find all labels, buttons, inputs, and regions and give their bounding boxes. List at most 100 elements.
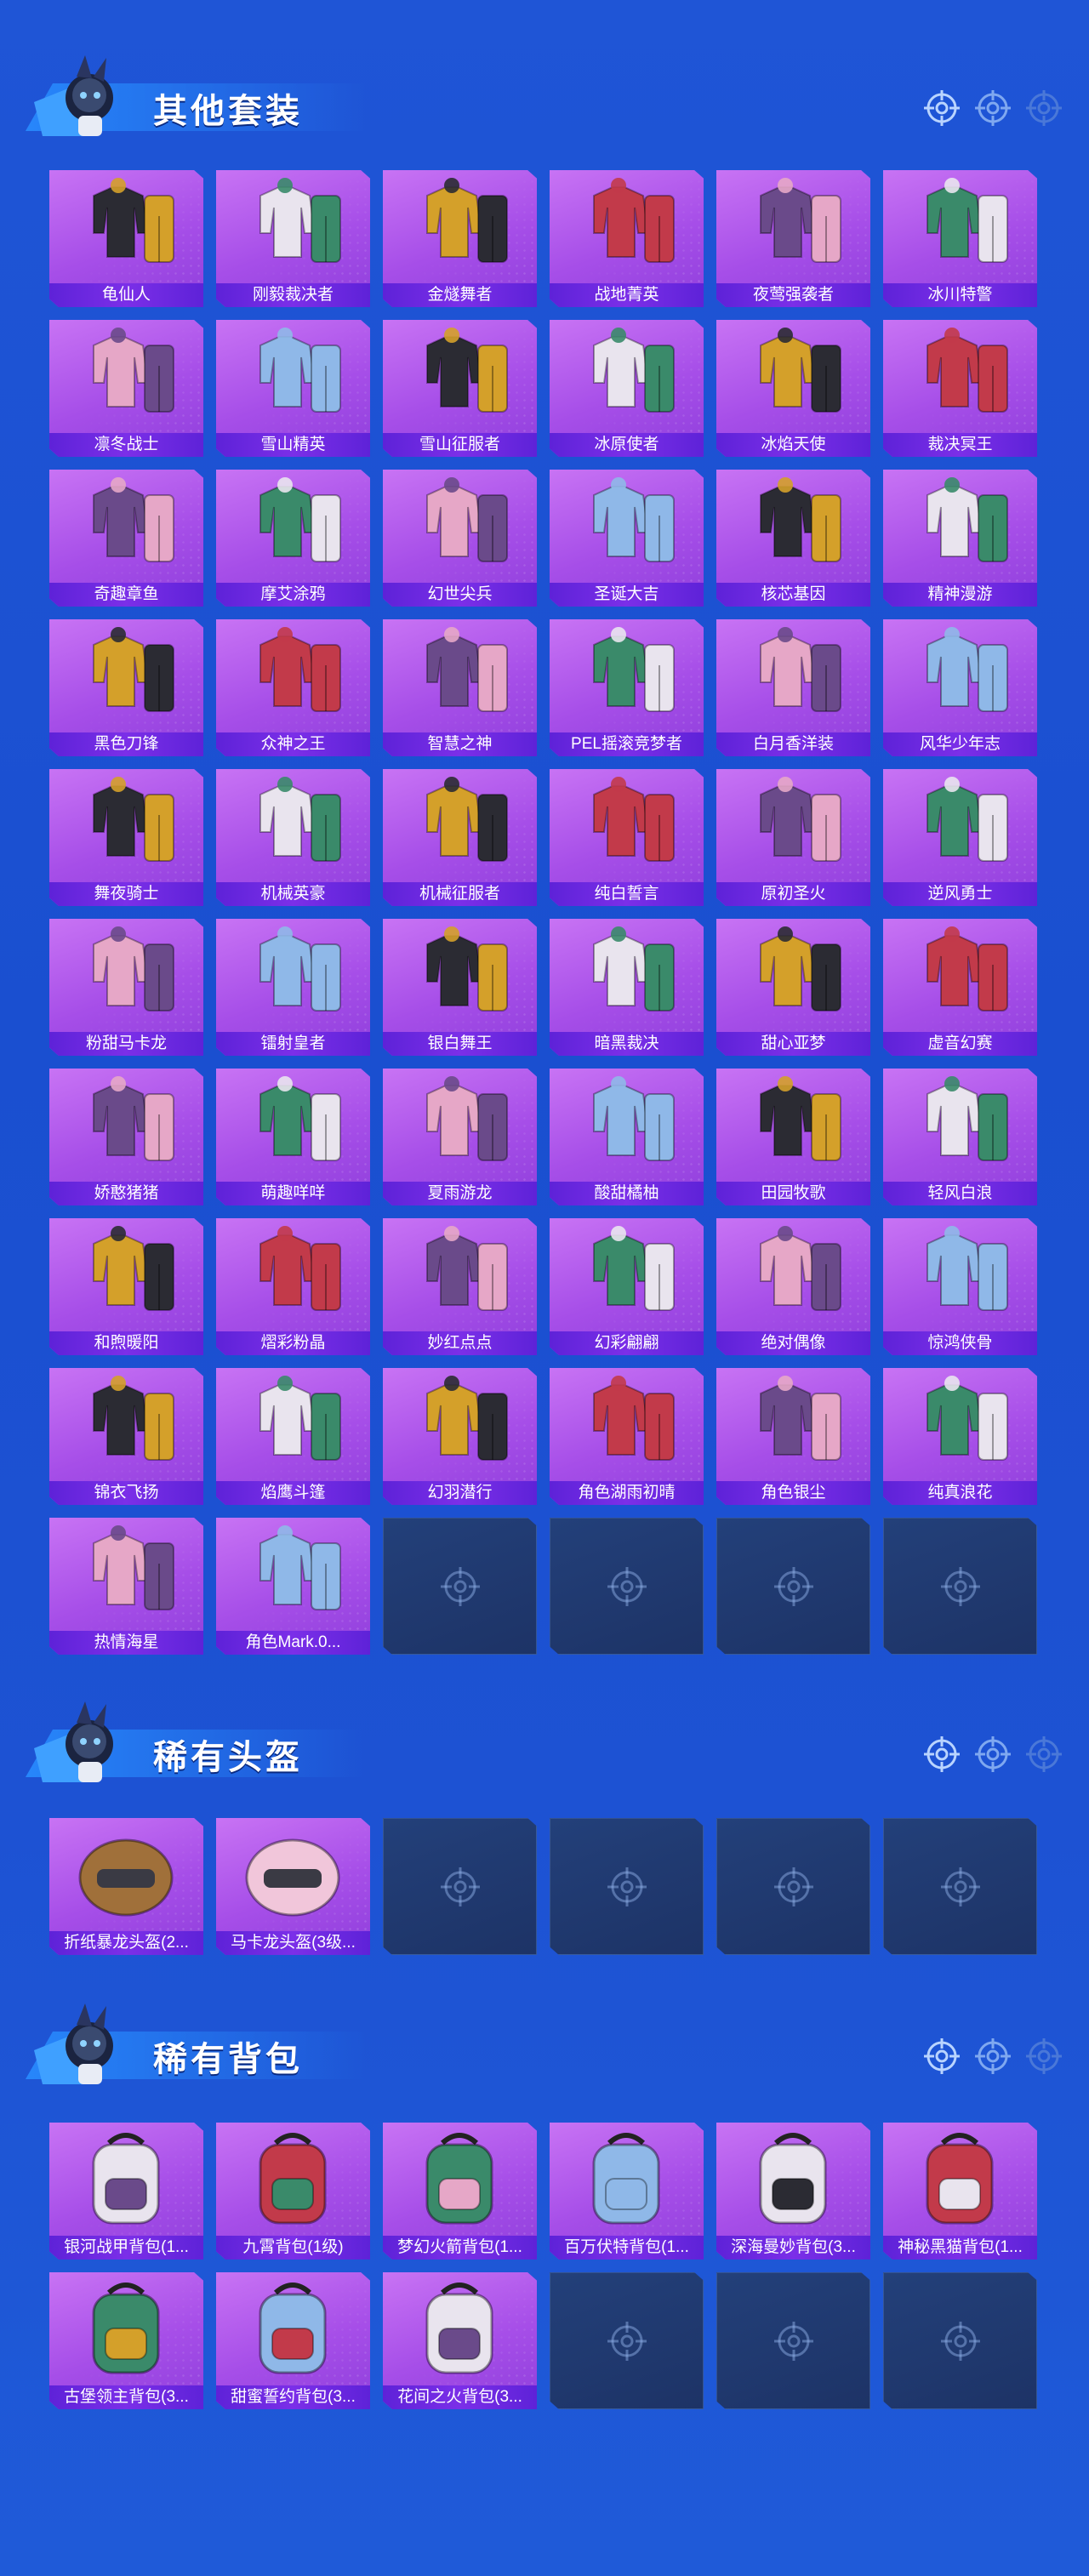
item-card[interactable]: 舞夜骑士: [49, 769, 203, 906]
item-card[interactable]: 古堡领主背包(3...: [49, 2272, 203, 2409]
item-image: [426, 477, 508, 562]
item-card[interactable]: 角色Mark.0...: [216, 1518, 370, 1655]
item-card[interactable]: 萌趣咩咩: [216, 1069, 370, 1205]
item-card[interactable]: 机械征服者: [383, 769, 537, 906]
item-name: 纯白誓言: [550, 882, 704, 906]
item-card[interactable]: 粉甜马卡龙: [49, 919, 203, 1056]
item-card[interactable]: 战地菁英: [550, 170, 704, 307]
item-name: 刚毅裁决者: [216, 283, 370, 307]
item-card[interactable]: 夏雨游龙: [383, 1069, 537, 1205]
empty-slot: [550, 1518, 704, 1655]
item-card[interactable]: 深海曼妙背包(3...: [716, 2123, 870, 2260]
item-image: [760, 1376, 841, 1461]
item-image: [593, 1226, 675, 1311]
item-card[interactable]: 核芯基因: [716, 470, 870, 607]
item-card[interactable]: 白月香洋装: [716, 619, 870, 756]
item-image: [259, 627, 341, 712]
item-card[interactable]: 夜莺强袭者: [716, 170, 870, 307]
section-title: 稀有头盔: [153, 1739, 303, 1776]
item-card[interactable]: 机械英豪: [216, 769, 370, 906]
item-card[interactable]: 九霄背包(1级): [216, 2123, 370, 2260]
item-card[interactable]: 摩艾涂鸦: [216, 470, 370, 607]
item-name: 风华少年志: [883, 732, 1037, 756]
item-card[interactable]: 暗黑裁决: [550, 919, 704, 1056]
item-card[interactable]: 众神之王: [216, 619, 370, 756]
item-card[interactable]: 甜心亚梦: [716, 919, 870, 1056]
item-name: 角色湖雨初晴: [550, 1481, 704, 1505]
item-card[interactable]: 凛冬战士: [49, 320, 203, 457]
item-card[interactable]: 圣诞大吉: [550, 470, 704, 607]
item-card[interactable]: 田园牧歌: [716, 1069, 870, 1205]
item-image: [760, 777, 841, 862]
item-card[interactable]: 风华少年志: [883, 619, 1037, 756]
item-card[interactable]: 逆风勇士: [883, 769, 1037, 906]
section-backpacks: 稀有背包 银河战甲背包(1... 九霄背包(1级) 梦幻火箭背包(1... 百万…: [0, 1999, 1089, 2409]
item-card[interactable]: 和煦暖阳: [49, 1218, 203, 1355]
item-image: [259, 178, 341, 263]
item-card[interactable]: 裁决冥王: [883, 320, 1037, 457]
item-card[interactable]: 龟仙人: [49, 170, 203, 307]
item-card[interactable]: 雪山精英: [216, 320, 370, 457]
item-card[interactable]: 惊鸿侠骨: [883, 1218, 1037, 1355]
item-card[interactable]: 角色湖雨初晴: [550, 1368, 704, 1505]
section-header: 其他套装: [0, 51, 1089, 145]
crosshair-icon: [922, 88, 961, 128]
item-card[interactable]: 轻风白浪: [883, 1069, 1037, 1205]
item-card[interactable]: PEL摇滚竞梦者: [550, 619, 704, 756]
item-image: [425, 2133, 493, 2225]
item-card[interactable]: 冰川特警: [883, 170, 1037, 307]
item-card[interactable]: 马卡龙头盔(3级...: [216, 1818, 370, 1955]
item-card[interactable]: 绝对偶像: [716, 1218, 870, 1355]
item-image: [426, 627, 508, 712]
item-card[interactable]: 智慧之神: [383, 619, 537, 756]
item-image: [593, 178, 675, 263]
item-name: 古堡领主背包(3...: [49, 2385, 203, 2409]
item-image: [93, 477, 174, 562]
item-name: 百万伏特背包(1...: [550, 2236, 704, 2260]
item-card[interactable]: 银河战甲背包(1...: [49, 2123, 203, 2260]
item-card[interactable]: 娇憨猪猪: [49, 1069, 203, 1205]
item-name: 甜蜜誓约背包(3...: [216, 2385, 370, 2409]
item-card[interactable]: 神秘黑猫背包(1...: [883, 2123, 1037, 2260]
item-card[interactable]: 幻彩翩翩: [550, 1218, 704, 1355]
item-card[interactable]: 幻羽潜行: [383, 1368, 537, 1505]
item-card[interactable]: 银白舞王: [383, 919, 537, 1056]
crosshair-icon: [941, 1567, 980, 1606]
item-card[interactable]: 熠彩粉晶: [216, 1218, 370, 1355]
item-card[interactable]: 酸甜橘柚: [550, 1069, 704, 1205]
item-card[interactable]: 虚音幻赛: [883, 919, 1037, 1056]
item-card[interactable]: 精神漫游: [883, 470, 1037, 607]
item-name: 深海曼妙背包(3...: [716, 2236, 870, 2260]
item-card[interactable]: 金燧舞者: [383, 170, 537, 307]
item-card[interactable]: 雪山征服者: [383, 320, 537, 457]
crosshair-decoration: [922, 1735, 1063, 1774]
item-card[interactable]: 黑色刀锋: [49, 619, 203, 756]
item-card[interactable]: 冰焰天使: [716, 320, 870, 457]
item-card[interactable]: 纯白誓言: [550, 769, 704, 906]
item-card[interactable]: 花间之火背包(3...: [383, 2272, 537, 2409]
item-card[interactable]: 冰原使者: [550, 320, 704, 457]
item-card[interactable]: 奇趣章鱼: [49, 470, 203, 607]
item-card[interactable]: 梦幻火箭背包(1...: [383, 2123, 537, 2260]
item-card[interactable]: 刚毅裁决者: [216, 170, 370, 307]
empty-slot: [383, 1518, 537, 1655]
item-card[interactable]: 妙红点点: [383, 1218, 537, 1355]
crosshair-icon: [922, 1735, 961, 1774]
empty-slot: [716, 1818, 870, 1955]
item-card[interactable]: 折纸暴龙头盔(2...: [49, 1818, 203, 1955]
item-card[interactable]: 百万伏特背包(1...: [550, 2123, 704, 2260]
item-card[interactable]: 幻世尖兵: [383, 470, 537, 607]
item-card[interactable]: 角色银尘: [716, 1368, 870, 1505]
item-card[interactable]: 镭射皇者: [216, 919, 370, 1056]
item-card[interactable]: 锦衣飞扬: [49, 1368, 203, 1505]
item-name: 甜心亚梦: [716, 1032, 870, 1056]
item-card[interactable]: 焰鹰斗篷: [216, 1368, 370, 1505]
item-grid: 龟仙人 刚毅裁决者 金燧舞者 战地菁英 夜莺强袭者 冰川特警 凛冬战士 雪山精英: [49, 170, 1037, 1655]
item-name: 热情海星: [49, 1631, 203, 1655]
item-name: 花间之火背包(3...: [383, 2385, 537, 2409]
item-card[interactable]: 甜蜜誓约背包(3...: [216, 2272, 370, 2409]
crosshair-icon: [941, 1867, 980, 1906]
item-card[interactable]: 纯真浪花: [883, 1368, 1037, 1505]
item-card[interactable]: 原初圣火: [716, 769, 870, 906]
item-card[interactable]: 热情海星: [49, 1518, 203, 1655]
